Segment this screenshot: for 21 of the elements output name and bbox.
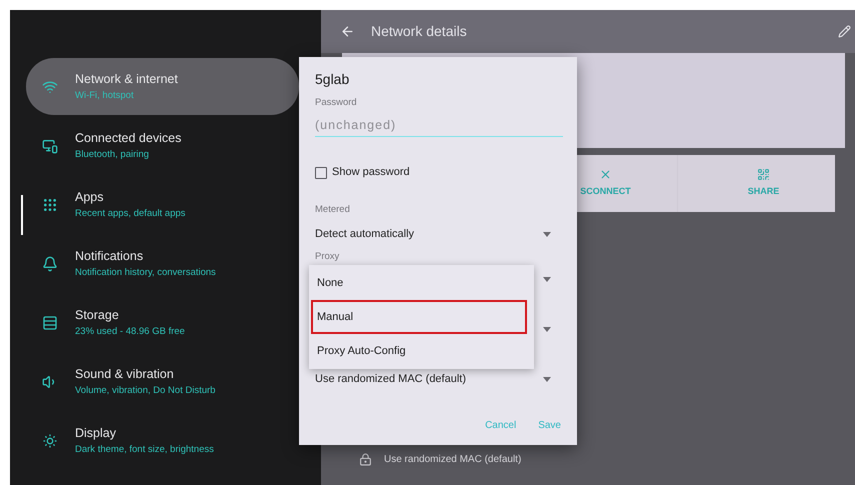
sidebar-item-title: Display <box>75 425 117 442</box>
dialog-title: 5glab <box>315 70 350 89</box>
sidebar-item-subtitle: 23% used - 48.96 GB free <box>75 324 185 339</box>
sidebar-item-title: Connected devices <box>75 130 182 147</box>
sidebar-item-subtitle: Volume, vibration, Do Not Disturb <box>75 384 216 398</box>
sidebar-item-title: Notifications <box>75 248 144 265</box>
proxy-label: Proxy <box>315 250 340 264</box>
metered-label: Metered <box>315 202 351 217</box>
password-label: Password <box>315 96 358 110</box>
sidebar-item-subtitle: Dark theme, font size, brightness <box>75 442 214 457</box>
sidebar-item-subtitle: Wi-Fi, hotspot <box>75 88 135 103</box>
show-password-label: Show password <box>332 165 410 180</box>
privacy-value: Use randomized MAC (default) <box>384 453 522 467</box>
sidebar-item-title: Storage <box>75 307 120 324</box>
sidebar-item-subtitle: Bluetooth, pairing <box>75 148 150 162</box>
sidebar-item-title: Network & internet <box>75 71 178 88</box>
sidebar-item-subtitle: Recent apps, default apps <box>75 206 186 221</box>
page-title: Network details <box>371 22 467 41</box>
sidebar-item-title: Apps <box>75 189 104 206</box>
sidebar-item-subtitle: Notification history, conversations <box>75 266 216 280</box>
sidebar-item-title: Sound & vibration <box>75 366 175 383</box>
